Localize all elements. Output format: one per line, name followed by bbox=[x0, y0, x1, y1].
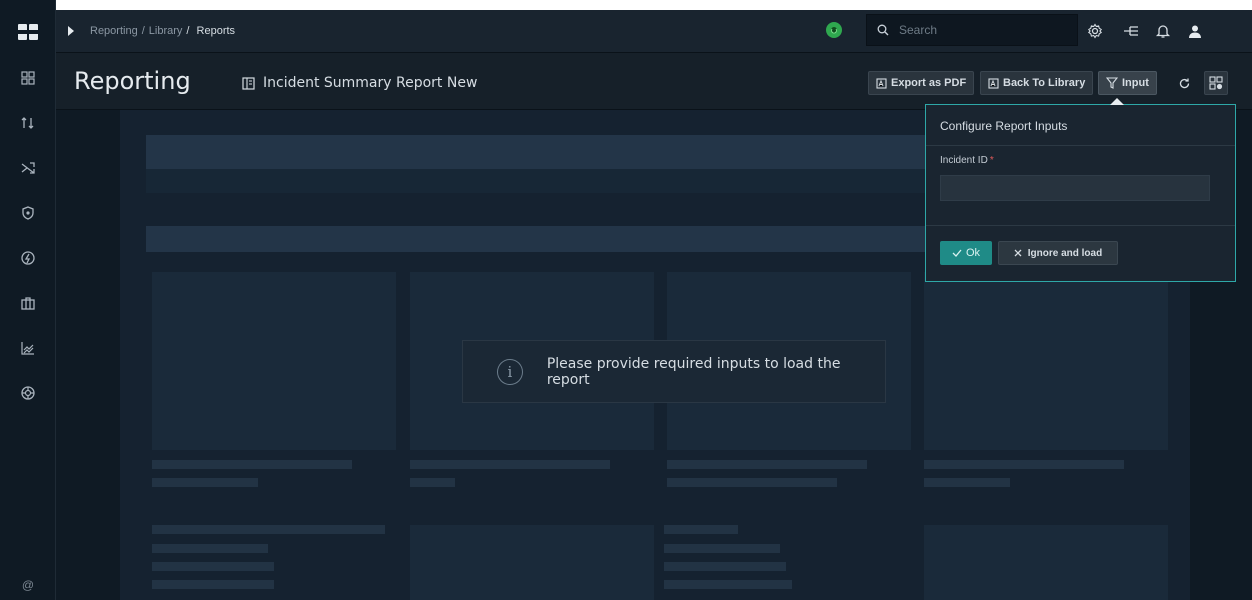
skeleton-line bbox=[152, 478, 258, 487]
info-icon: i bbox=[497, 358, 523, 385]
divider bbox=[926, 145, 1235, 146]
skeleton-line bbox=[152, 580, 274, 589]
shuffle-icon[interactable] bbox=[0, 153, 56, 183]
popover-caret bbox=[1110, 98, 1124, 105]
search-icon bbox=[877, 24, 889, 36]
back-to-library-label: Back To Library bbox=[1003, 77, 1086, 89]
incident-id-label-text: Incident ID bbox=[940, 155, 988, 166]
export-pdf-button[interactable]: Export as PDF bbox=[868, 71, 975, 95]
configure-inputs-popover: Configure Report Inputs Incident ID * Ok … bbox=[925, 98, 1236, 282]
check-icon bbox=[952, 249, 962, 257]
user-icon[interactable] bbox=[1186, 22, 1204, 40]
incident-id-label: Incident ID * bbox=[940, 155, 994, 166]
close-icon bbox=[1014, 249, 1022, 257]
bell-icon[interactable] bbox=[1154, 22, 1172, 40]
skeleton-card bbox=[924, 525, 1168, 600]
shield-icon[interactable] bbox=[0, 198, 56, 228]
breadcrumb: Reporting / Library / Reports bbox=[90, 25, 236, 37]
popover-title: Configure Report Inputs bbox=[940, 119, 1068, 133]
dashboard-icon[interactable] bbox=[0, 63, 56, 93]
gear-icon[interactable] bbox=[1086, 22, 1104, 40]
ignore-and-load-button[interactable]: Ignore and load bbox=[998, 241, 1118, 265]
skeleton-line bbox=[664, 525, 738, 534]
search-input[interactable]: Search bbox=[899, 23, 937, 37]
skeleton-line bbox=[924, 478, 1010, 487]
ignore-and-load-label: Ignore and load bbox=[1027, 247, 1103, 259]
report-icon bbox=[242, 76, 255, 90]
search-box[interactable]: Search bbox=[866, 14, 1078, 46]
dashboard-settings-icon[interactable] bbox=[1204, 71, 1228, 95]
breadcrumb-library[interactable]: Library bbox=[149, 25, 183, 37]
skeleton-line bbox=[664, 580, 792, 589]
pdf-icon bbox=[988, 77, 999, 89]
input-label: Input bbox=[1122, 77, 1149, 89]
input-button[interactable]: Input bbox=[1098, 71, 1157, 95]
report-name-text: Incident Summary Report New bbox=[263, 75, 478, 91]
skeleton-line bbox=[152, 544, 268, 553]
filter-icon bbox=[1106, 77, 1118, 89]
skeleton-line bbox=[664, 544, 780, 553]
ok-label: Ok bbox=[965, 247, 981, 259]
breadcrumb-reporting[interactable]: Reporting bbox=[90, 25, 138, 37]
settings-wheel-icon[interactable] bbox=[0, 378, 56, 408]
top-bar: Reporting / Library / Reports Search bbox=[56, 10, 1252, 53]
status-indicator-icon[interactable] bbox=[826, 22, 842, 38]
expand-toggle-icon[interactable] bbox=[56, 10, 86, 53]
left-sidebar: @ bbox=[0, 0, 56, 600]
skeleton-card bbox=[924, 272, 1168, 450]
bolt-icon[interactable] bbox=[0, 243, 56, 273]
skeleton-card bbox=[152, 272, 396, 450]
app-root: @ Reporting / Library / Reports Search R… bbox=[0, 0, 1252, 600]
skeleton-line bbox=[924, 460, 1124, 469]
skeleton-line bbox=[667, 460, 867, 469]
divider bbox=[926, 225, 1235, 226]
logo-icon[interactable] bbox=[0, 10, 56, 54]
chart-icon[interactable] bbox=[0, 333, 56, 363]
skeleton-line bbox=[410, 460, 610, 469]
back-to-library-button[interactable]: Back To Library bbox=[980, 71, 1094, 95]
hierarchy-icon[interactable] bbox=[1122, 22, 1140, 40]
refresh-icon[interactable] bbox=[1172, 71, 1196, 95]
skeleton-line bbox=[152, 562, 274, 571]
skeleton-line bbox=[667, 478, 837, 487]
sort-icon[interactable] bbox=[0, 108, 56, 138]
pdf-icon bbox=[876, 77, 887, 89]
report-name: Incident Summary Report New bbox=[242, 75, 477, 91]
skeleton-line bbox=[152, 460, 352, 469]
incident-id-input[interactable] bbox=[940, 175, 1210, 201]
skeleton-line bbox=[152, 525, 385, 534]
page-title: Reporting bbox=[74, 67, 191, 95]
export-pdf-label: Export as PDF bbox=[891, 77, 967, 89]
briefcase-icon[interactable] bbox=[0, 288, 56, 318]
skeleton-line bbox=[410, 478, 455, 487]
page-header: Reporting Incident Summary Report New Ex… bbox=[56, 53, 1252, 110]
at-icon[interactable]: @ bbox=[0, 570, 56, 600]
skeleton-line bbox=[664, 562, 786, 571]
notice-message: Please provide required inputs to load t… bbox=[546, 355, 841, 388]
ok-button[interactable]: Ok bbox=[940, 241, 992, 265]
breadcrumb-reports: Reports bbox=[196, 25, 236, 37]
skeleton-card bbox=[410, 525, 654, 600]
required-inputs-notice: i Please provide required inputs to load… bbox=[462, 340, 886, 403]
required-marker: * bbox=[989, 155, 994, 166]
